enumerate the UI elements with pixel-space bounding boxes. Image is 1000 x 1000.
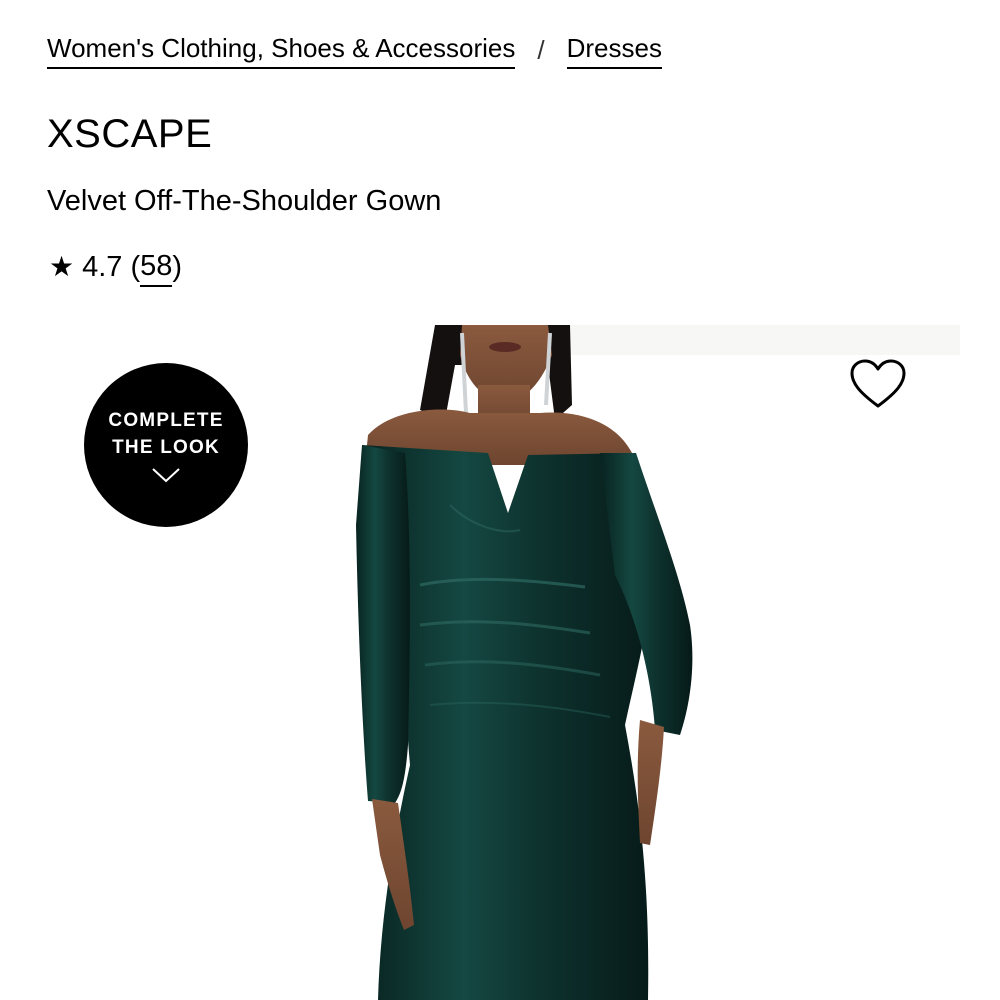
heart-outline-icon xyxy=(850,359,906,408)
rating-value: 4.7 xyxy=(82,251,123,283)
brand-name[interactable]: XSCAPE xyxy=(47,110,212,158)
chevron-down-icon xyxy=(152,468,180,483)
breadcrumb-separator: / xyxy=(537,34,545,65)
breadcrumb-link-womens-clothing[interactable]: Women's Clothing, Shoes & Accessories xyxy=(47,30,516,69)
rating-open-paren: ( xyxy=(130,251,141,283)
complete-the-look-label-line2: THE LOOK xyxy=(112,437,220,458)
rating-close-paren: ) xyxy=(172,251,183,283)
product-title: Velvet Off-The-Shoulder Gown xyxy=(47,185,442,217)
complete-the-look-button[interactable]: COMPLETE THE LOOK xyxy=(84,363,248,527)
breadcrumb-link-dresses[interactable]: Dresses xyxy=(566,30,662,69)
complete-the-look-label-line1: COMPLETE xyxy=(108,410,224,431)
favorite-button[interactable] xyxy=(846,352,910,416)
review-count-link[interactable]: 58 xyxy=(140,247,173,287)
rating-summary: ★ 4.7 ( 58 ) xyxy=(49,247,182,287)
star-icon: ★ xyxy=(49,251,75,282)
breadcrumb: Women's Clothing, Shoes & Accessories / … xyxy=(47,30,662,69)
product-page: Women's Clothing, Shoes & Accessories / … xyxy=(0,0,1000,1000)
